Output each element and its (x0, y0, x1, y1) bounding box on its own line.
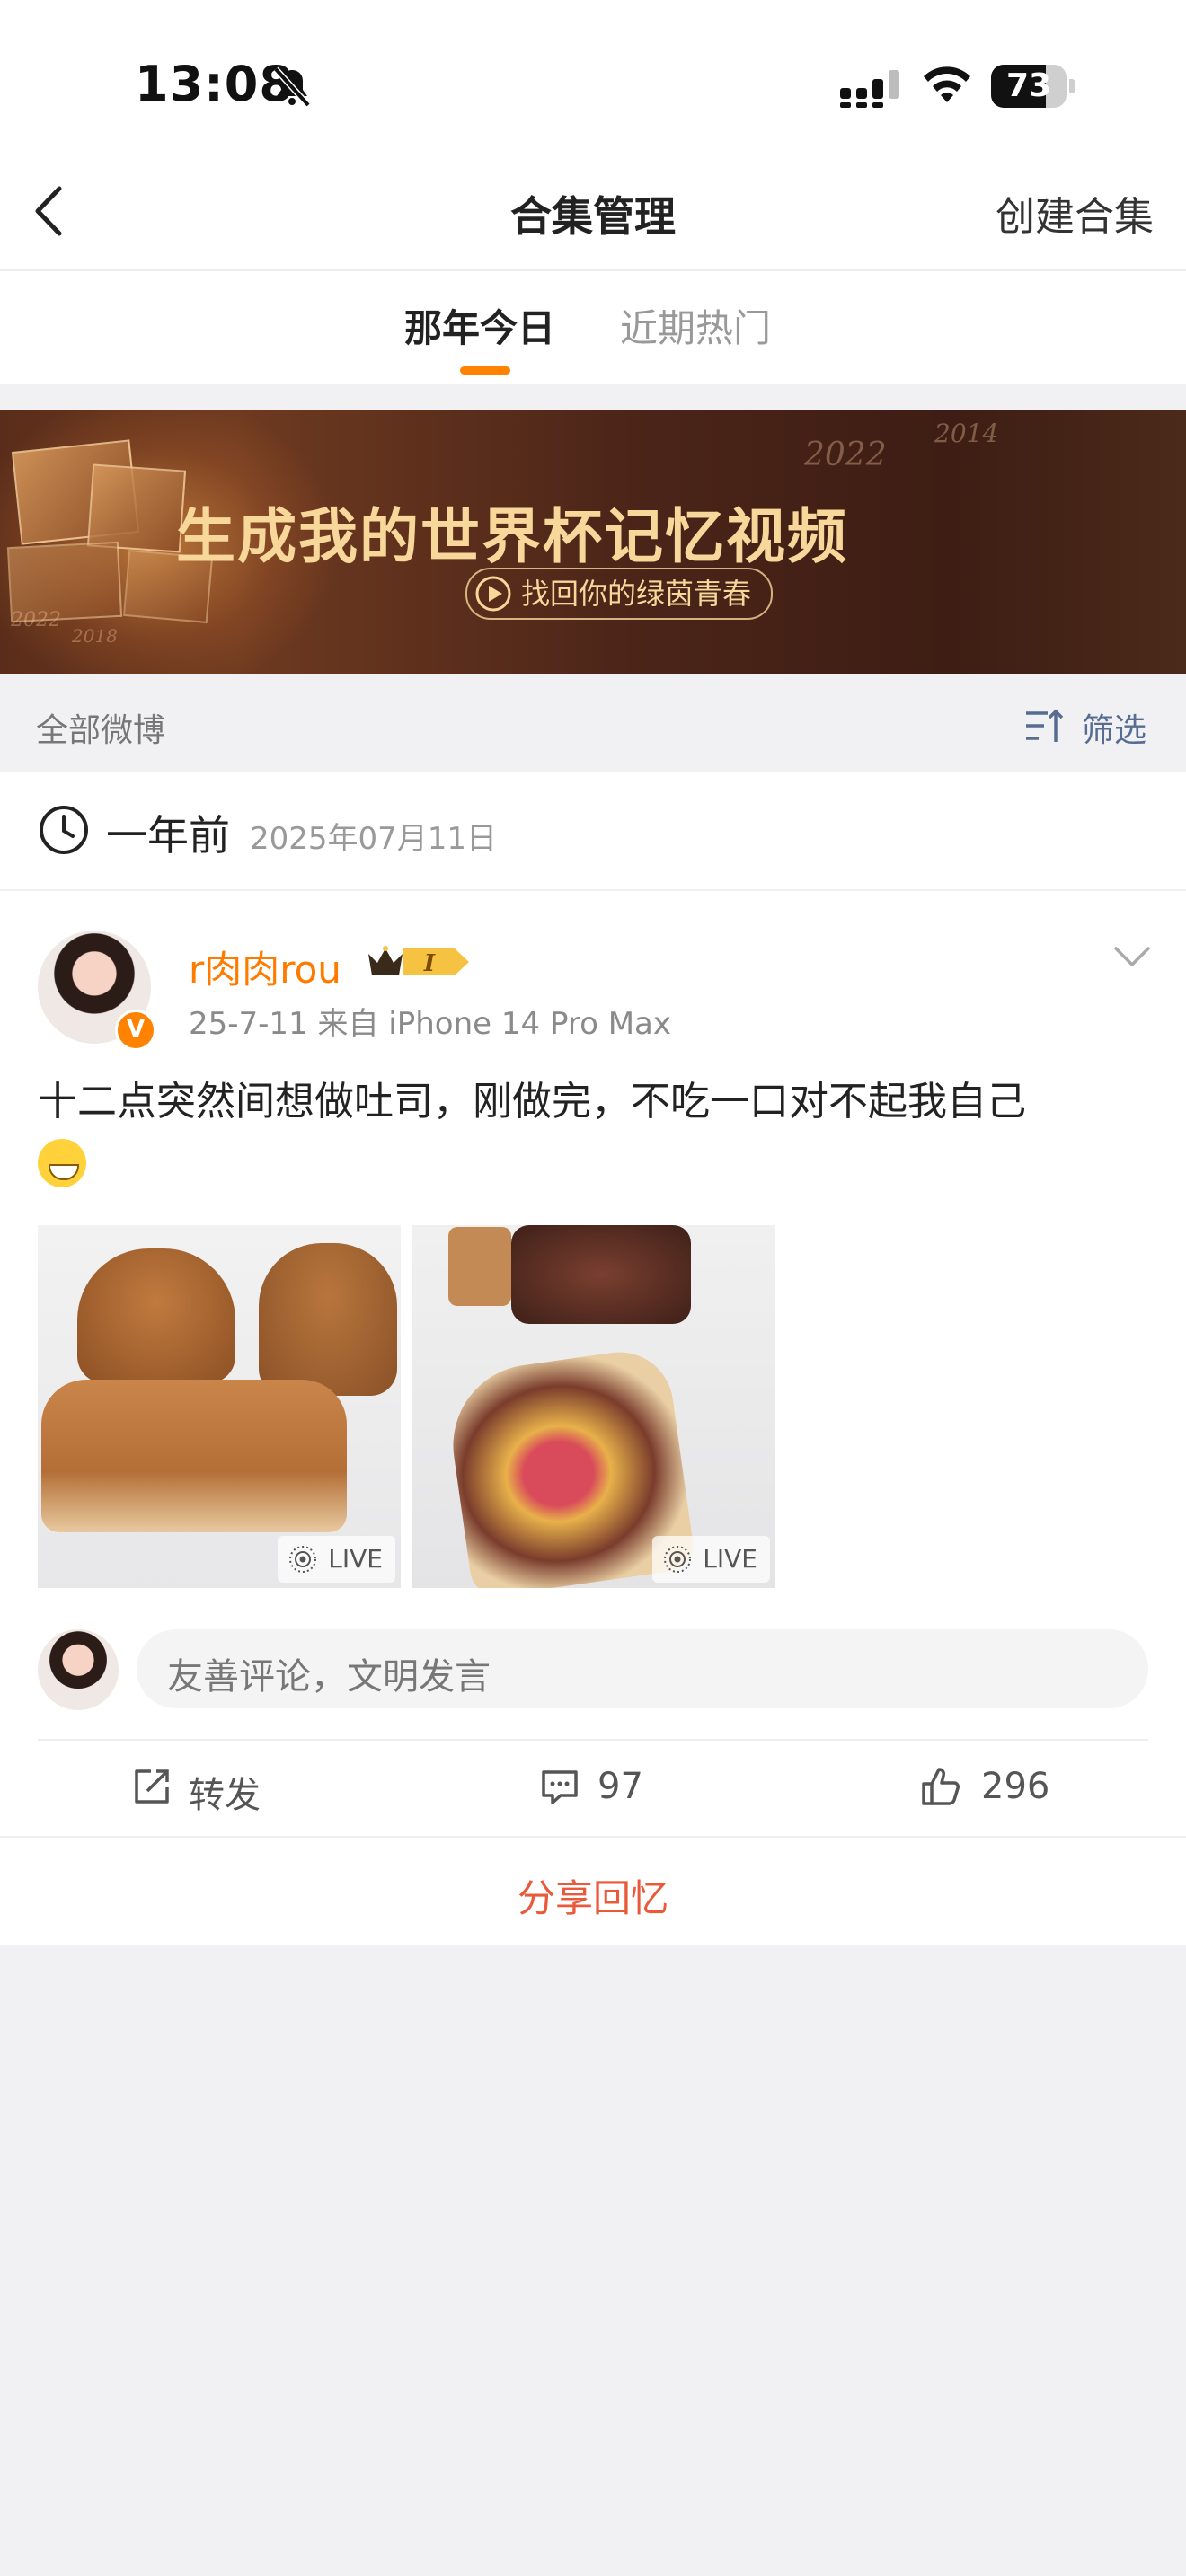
bell-mute-icon (273, 66, 311, 108)
live-badge-label: LIVE (703, 1544, 757, 1574)
signal-icon (840, 70, 899, 108)
repost-button[interactable]: 转发 (189, 1766, 261, 1818)
filter-bar (0, 674, 1186, 772)
banner-year: 2022 (11, 609, 61, 631)
live-badge: LIVE (652, 1536, 770, 1583)
battery-level: 73 (1005, 67, 1052, 104)
share-memory-button[interactable]: 分享回忆 (0, 1868, 1186, 1923)
clock-icon (40, 806, 88, 854)
live-photo-icon (289, 1546, 317, 1573)
post-text-body: 十二点突然间想做吐司，刚做完，不吃一口对不起我自己 (38, 1079, 1026, 1125)
banner-year: 2022 (804, 437, 887, 473)
tab-recent-hot[interactable]: 近期热门 (620, 298, 771, 353)
filter-sort-icon[interactable] (1024, 706, 1064, 745)
play-circle-icon (475, 576, 511, 612)
member-level-badge-icon[interactable]: I (365, 941, 471, 983)
post-text: 十二点突然间想做吐司，刚做完，不吃一口对不起我自己 (38, 1072, 1152, 1191)
grin-emoji-icon (38, 1139, 86, 1187)
banner-button[interactable]: 找回你的绿茵青春 (465, 568, 774, 620)
battery-icon: 73 (991, 65, 1075, 108)
filter-button[interactable]: 筛选 (1082, 704, 1146, 751)
like-count[interactable]: 296 (981, 1766, 1049, 1807)
banner-year: 2018 (72, 625, 118, 647)
like-icon[interactable] (920, 1766, 961, 1807)
comment-placeholder[interactable]: 友善评论，文明发言 (167, 1647, 491, 1699)
banner-title: 生成我的世界杯记忆视频 (176, 502, 848, 571)
repost-icon[interactable] (131, 1766, 173, 1807)
filter-all-weibo[interactable]: 全部微博 (36, 704, 165, 751)
tab-on-this-day[interactable]: 那年今日 (404, 298, 555, 353)
level-badge-text: I (423, 950, 436, 977)
username[interactable]: r肉肉rou (189, 940, 341, 994)
wifi-icon (924, 66, 970, 102)
tab-bar (0, 271, 1186, 384)
live-badge-label: LIVE (328, 1544, 383, 1574)
banner-year: 2014 (934, 419, 999, 448)
verified-badge: V (115, 1010, 156, 1051)
post-meta: 25-7-11 来自 iPhone 14 Pro Max (189, 1006, 671, 1042)
comment-count[interactable]: 97 (597, 1766, 643, 1807)
live-photo-icon (664, 1546, 692, 1573)
comment-icon[interactable] (539, 1766, 580, 1807)
world-cup-banner[interactable]: 2022 2014 2022 2018 生成我的世界杯记忆视频 找回你的绿茵青春 (0, 410, 1186, 674)
banner-button-label: 找回你的绿茵青春 (521, 577, 752, 611)
tab-active-indicator (460, 366, 510, 375)
live-badge: LIVE (278, 1536, 395, 1583)
time-ago-label: 一年前 (106, 811, 230, 860)
comment-avatar (38, 1629, 119, 1710)
chevron-down-icon[interactable] (1112, 943, 1152, 970)
post-image[interactable]: LIVE (38, 1225, 401, 1588)
post-image[interactable]: LIVE (412, 1225, 775, 1588)
post-date-label: 2025年07月11日 (250, 821, 498, 857)
create-collection-button[interactable]: 创建合集 (996, 184, 1154, 242)
divider (38, 1739, 1148, 1741)
